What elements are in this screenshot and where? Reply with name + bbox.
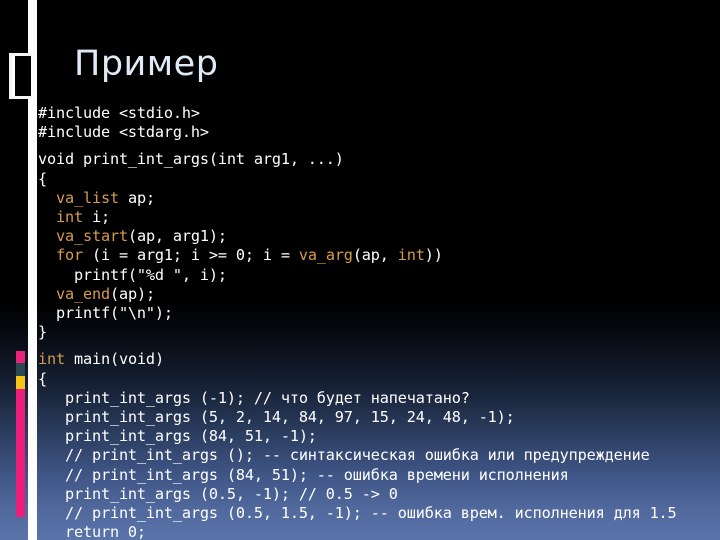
rail-segment-teal	[16, 363, 25, 376]
code-keyword: va_arg	[298, 246, 353, 265]
code-text: (ap);	[109, 284, 155, 303]
code-line: #include <stdio.h>	[38, 104, 720, 123]
code-text: )	[154, 350, 164, 369]
code-text: print_int_args (0.5, -1); // 0.5 -> 0	[38, 484, 398, 503]
code-line: {	[38, 370, 720, 389]
code-line: void print_int_args(int arg1, ...)	[38, 150, 720, 169]
code-text: (ap, arg1);	[127, 227, 227, 246]
code-line: va_start(ap, arg1);	[38, 227, 720, 246]
code-line: int main(void)	[38, 350, 720, 369]
page-title: Пример	[74, 44, 219, 84]
code-text: (i = arg1; i >= 0; i =	[82, 246, 299, 265]
code-text: (ap,	[352, 246, 398, 265]
code-line: #include <stdarg.h>	[38, 123, 720, 142]
code-text: printf("\n");	[38, 304, 173, 323]
code-text: #include <stdarg.h>	[38, 123, 209, 142]
code-text: print_int_args (5, 2, 14, 84, 97, 15, 24…	[38, 408, 515, 427]
code-line: {	[38, 170, 720, 189]
code-line: printf("\n");	[38, 304, 720, 323]
rail-black-block	[12, 56, 33, 96]
code-text: // print_int_args (84, 51); -- ошибка вр…	[38, 465, 569, 484]
code-line: }	[38, 323, 720, 342]
rail-segment-magenta-top	[16, 351, 25, 363]
code-line: printf("%d ", i);	[38, 266, 720, 285]
code-line: print_int_args (0.5, -1); // 0.5 -> 0	[38, 485, 720, 504]
code-keyword: va_start	[56, 227, 128, 246]
code-text: main(	[64, 350, 119, 369]
code-keyword: va_end	[56, 284, 110, 303]
code-line: // print_int_args (); -- синтаксическая …	[38, 446, 720, 465]
code-line: print_int_args (-1); // что будет напеча…	[38, 389, 720, 408]
code-line: va_list ap;	[38, 189, 720, 208]
code-text: void print_int_args(int arg1, ...)	[38, 150, 344, 169]
code-line: // print_int_args (0.5, 1.5, -1); -- оши…	[38, 504, 720, 523]
code-text: ))	[424, 246, 443, 265]
code-line: return 0;	[38, 523, 720, 540]
code-text: }	[38, 323, 47, 342]
code-keyword: for	[56, 246, 83, 265]
rail-segment-magenta-main	[16, 389, 25, 517]
code-text: #include <stdio.h>	[38, 104, 200, 122]
code-keyword: int	[38, 350, 65, 369]
slide-canvas: Пример #include <stdio.h> #include <stdar…	[0, 0, 720, 540]
code-text: return 0;	[38, 523, 146, 540]
rail-segment-yellow	[16, 376, 25, 389]
code-line: // print_int_args (84, 51); -- ошибка вр…	[38, 466, 720, 485]
code-text: // print_int_args (); -- синтаксическая …	[38, 446, 650, 465]
code-text: {	[38, 169, 47, 188]
code-text: {	[38, 369, 47, 388]
code-text: print_int_args (-1); // что будет напеча…	[38, 388, 470, 407]
code-keyword: va_list	[56, 188, 119, 207]
code-keyword: int	[397, 246, 425, 265]
code-listing: #include <stdio.h> #include <stdarg.h> voi…	[38, 104, 720, 540]
code-line: print_int_args (5, 2, 14, 84, 97, 15, 24…	[38, 408, 720, 427]
code-line: int i;	[38, 208, 720, 227]
code-text: print_int_args (84, 51, -1);	[38, 427, 317, 446]
code-text: void	[118, 350, 155, 369]
code-keyword: int	[56, 208, 83, 227]
code-line: for (i = arg1; i >= 0; i = va_arg(ap, in…	[38, 246, 720, 265]
code-line: print_int_args (84, 51, -1);	[38, 427, 720, 446]
code-line: va_end(ap);	[38, 285, 720, 304]
code-text: // print_int_args (0.5, 1.5, -1); -- оши…	[38, 504, 677, 523]
code-text: i;	[82, 208, 110, 227]
code-text: ap;	[118, 188, 155, 207]
code-text: printf("%d ", i);	[38, 265, 227, 284]
